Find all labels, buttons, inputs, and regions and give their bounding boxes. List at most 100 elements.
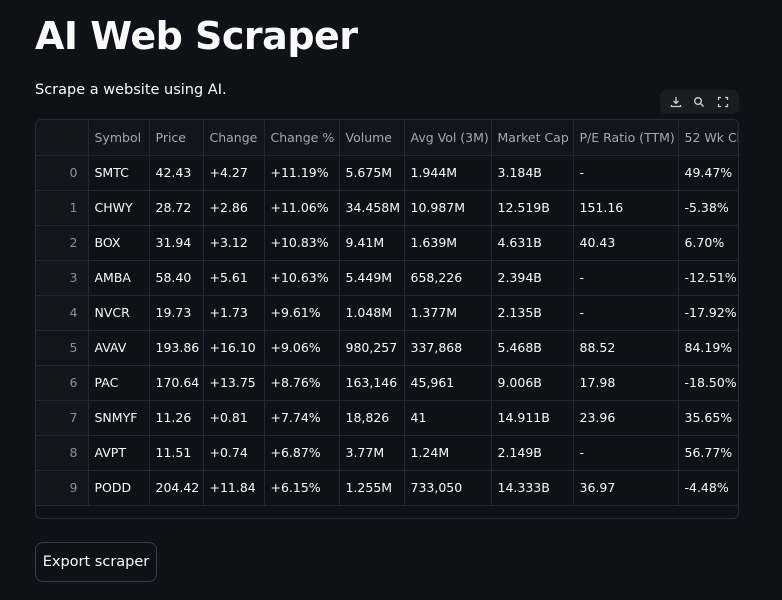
table-cell[interactable]: 6.70% [678, 225, 738, 261]
table-cell[interactable]: 14.911B [491, 400, 574, 436]
table-cell[interactable]: -4.48% [678, 470, 738, 506]
table-cell[interactable]: 2.394B [491, 260, 574, 296]
table-cell[interactable]: 4.631B [491, 225, 574, 261]
table-cell[interactable]: 5.449M [339, 260, 405, 296]
table-cell[interactable]: +1.73 [203, 295, 265, 331]
table-cell[interactable]: 1.048M [339, 295, 405, 331]
column-header[interactable]: 52 Wk Ch [678, 120, 738, 156]
table-cell[interactable]: AVPT [88, 435, 150, 471]
column-header[interactable]: P/E Ratio (TTM) [573, 120, 679, 156]
table-cell[interactable]: +3.12 [203, 225, 265, 261]
table-cell[interactable]: +11.06% [264, 190, 340, 226]
table-cell[interactable]: 45,961 [404, 365, 492, 401]
table-row[interactable]: 4 NVCR 19.73 +1.73 +9.61% 1.048M 1.377M 2.135B -… [36, 295, 738, 331]
table-cell[interactable]: 658,226 [404, 260, 492, 296]
table-cell[interactable]: +6.15% [264, 470, 340, 506]
table-cell[interactable]: +11.84 [203, 470, 265, 506]
table-row[interactable]: 9 PODD 204.42 +11.84 +6.15% 1.255M 733,050 14.3… [36, 470, 738, 506]
table-cell[interactable]: +4.27 [203, 155, 265, 191]
table-cell[interactable]: 18,826 [339, 400, 405, 436]
table-cell[interactable]: 1.377M [404, 295, 492, 331]
table-row[interactable]: 2 BOX 31.94 +3.12 +10.83% 9.41M 1.639M 4.631B 40… [36, 225, 738, 261]
fullscreen-button[interactable] [712, 91, 734, 113]
table-cell[interactable]: 17.98 [573, 365, 679, 401]
table-cell[interactable]: BOX [88, 225, 150, 261]
column-header[interactable]: Avg Vol (3M) [404, 120, 492, 156]
table-cell[interactable]: 28.72 [149, 190, 204, 226]
table-cell[interactable]: 58.40 [149, 260, 204, 296]
table-cell[interactable]: 2.149B [491, 435, 574, 471]
table-cell[interactable]: 9.006B [491, 365, 574, 401]
table-cell[interactable]: 11.51 [149, 435, 204, 471]
table-cell[interactable]: 1.944M [404, 155, 492, 191]
table-cell[interactable]: +9.06% [264, 330, 340, 366]
table-row[interactable]: 1 CHWY 28.72 +2.86 +11.06% 34.458M 10.987M 12.5… [36, 190, 738, 226]
table-cell[interactable]: -5.38% [678, 190, 738, 226]
table-cell[interactable]: 49.47% [678, 155, 738, 191]
table-cell[interactable]: 5.675M [339, 155, 405, 191]
table-row[interactable]: 8 AVPT 11.51 +0.74 +6.87% 3.77M 1.24M 2.149B -56… [36, 435, 738, 471]
table-cell[interactable]: +8.76% [264, 365, 340, 401]
table-cell[interactable]: 1.255M [339, 470, 405, 506]
table-cell[interactable]: +11.19% [264, 155, 340, 191]
export-scraper-button[interactable]: Export scraper [35, 542, 157, 582]
column-header[interactable]: Market Cap [491, 120, 574, 156]
table-cell[interactable]: 34.458M [339, 190, 405, 226]
table-cell[interactable]: 19.73 [149, 295, 204, 331]
table-cell[interactable]: SNMYF [88, 400, 150, 436]
table-cell[interactable]: 1.639M [404, 225, 492, 261]
table-cell[interactable]: 42.43 [149, 155, 204, 191]
table-cell[interactable]: +16.10 [203, 330, 265, 366]
table-cell[interactable]: 84.19% [678, 330, 738, 366]
table-cell[interactable]: - [573, 260, 679, 296]
table-cell[interactable]: NVCR [88, 295, 150, 331]
table-cell[interactable]: 163,146 [339, 365, 405, 401]
table-cell[interactable]: +0.81 [203, 400, 265, 436]
table-row[interactable]: 3 AMBA 58.40 +5.61 +10.63% 5.449M 658,226 2.394… [36, 260, 738, 296]
table-cell[interactable]: 2.135B [491, 295, 574, 331]
table-cell[interactable]: 9.41M [339, 225, 405, 261]
download-button[interactable] [665, 91, 687, 113]
table-cell[interactable]: 733,050 [404, 470, 492, 506]
table-row[interactable]: 7 SNMYF 11.26 +0.81 +7.74% 18,826 41 14.911B 23.… [36, 400, 738, 436]
table-cell[interactable]: +7.74% [264, 400, 340, 436]
table-cell[interactable]: 5.468B [491, 330, 574, 366]
table-cell[interactable]: -17.92% [678, 295, 738, 331]
table-cell[interactable]: 10.987M [404, 190, 492, 226]
table-cell[interactable]: 56.77% [678, 435, 738, 471]
table-cell[interactable]: - [573, 435, 679, 471]
table-cell[interactable]: 1.24M [404, 435, 492, 471]
table-cell[interactable]: +0.74 [203, 435, 265, 471]
table-cell[interactable]: 193.86 [149, 330, 204, 366]
table-cell[interactable]: AVAV [88, 330, 150, 366]
table-cell[interactable]: 88.52 [573, 330, 679, 366]
table-cell[interactable]: -12.51% [678, 260, 738, 296]
table-cell[interactable]: 23.96 [573, 400, 679, 436]
table-cell[interactable]: 36.97 [573, 470, 679, 506]
column-header[interactable]: Symbol [88, 120, 150, 156]
table-cell[interactable]: AMBA [88, 260, 150, 296]
table-cell[interactable]: 35.65% [678, 400, 738, 436]
column-header[interactable]: Volume [339, 120, 405, 156]
table-cell[interactable]: +13.75 [203, 365, 265, 401]
table-cell[interactable]: 337,868 [404, 330, 492, 366]
data-table[interactable]: Symbol Price Change Change % Volume Avg Vol (… [35, 119, 739, 519]
table-cell[interactable]: 14.333B [491, 470, 574, 506]
table-row[interactable]: 5 AVAV 193.86 +16.10 +9.06% 980,257 337,868 5.4… [36, 330, 738, 366]
table-cell[interactable]: +5.61 [203, 260, 265, 296]
table-cell[interactable]: PODD [88, 470, 150, 506]
table-cell[interactable]: -18.50% [678, 365, 738, 401]
table-cell[interactable]: 204.42 [149, 470, 204, 506]
column-header[interactable]: Change % [264, 120, 340, 156]
table-cell[interactable]: SMTC [88, 155, 150, 191]
table-cell[interactable]: 12.519B [491, 190, 574, 226]
table-cell[interactable]: +10.83% [264, 225, 340, 261]
table-cell[interactable]: +6.87% [264, 435, 340, 471]
table-cell[interactable]: - [573, 295, 679, 331]
table-cell[interactable]: 170.64 [149, 365, 204, 401]
table-row[interactable]: 0 SMTC 42.43 +4.27 +11.19% 5.675M 1.944M 3.184B… [36, 155, 738, 191]
table-cell[interactable]: - [573, 155, 679, 191]
table-cell[interactable]: 31.94 [149, 225, 204, 261]
search-button[interactable] [688, 91, 710, 113]
table-cell[interactable]: +2.86 [203, 190, 265, 226]
